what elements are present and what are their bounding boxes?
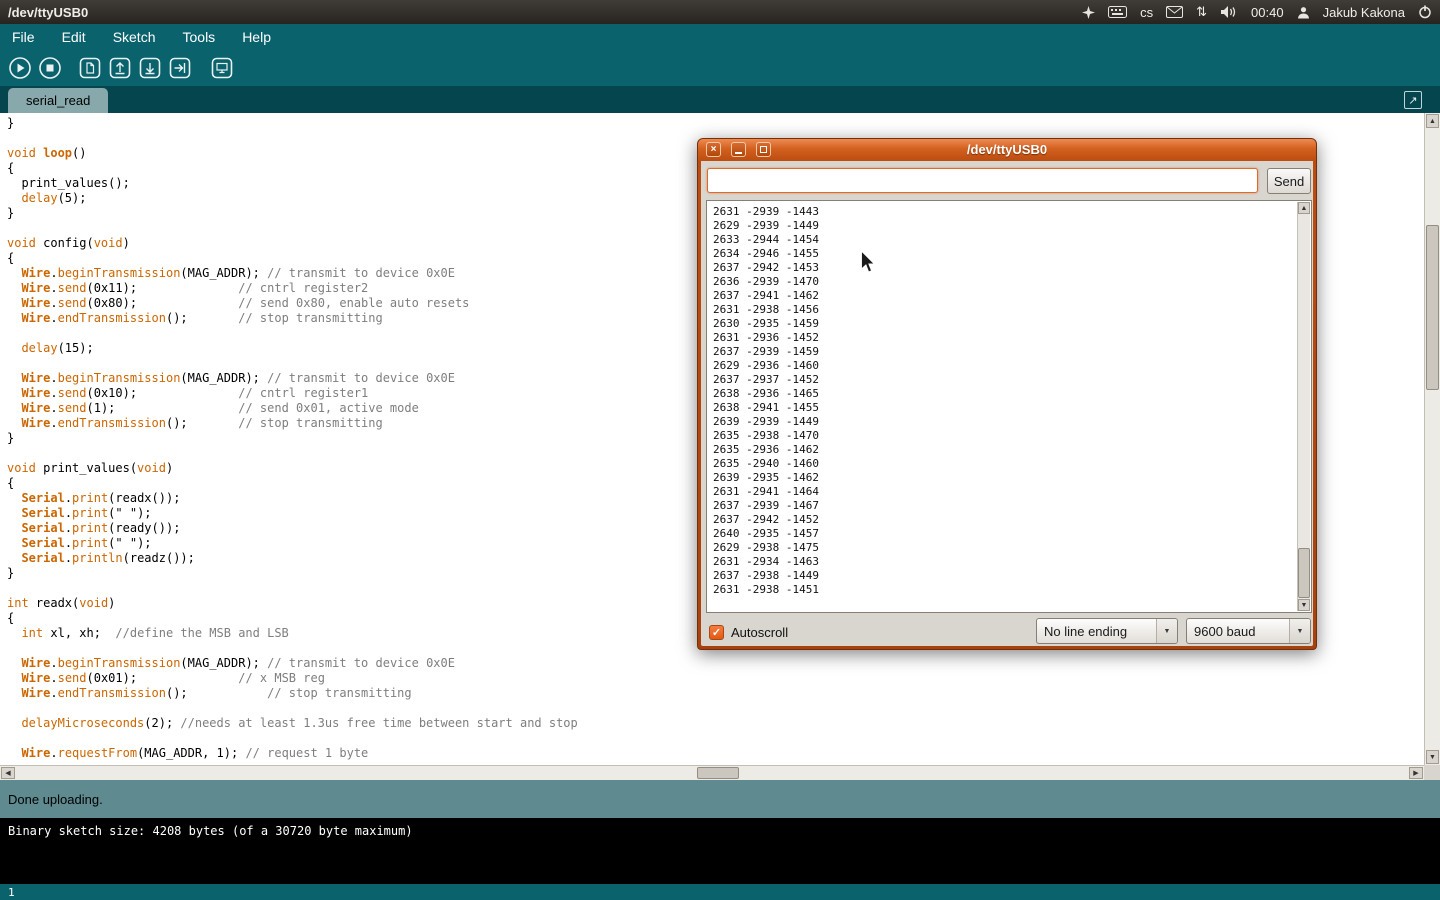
system-top-bar: /dev/ttyUSB0 cs ⇅ 00:40 Jakub Kakona <box>0 0 1440 24</box>
serial-monitor-window: × /dev/ttyUSB0 Send 2631 -2939 -14432629… <box>697 138 1317 650</box>
toolbar <box>0 50 1440 86</box>
serial-send-input[interactable] <box>707 168 1258 193</box>
screen: /dev/ttyUSB0 cs ⇅ 00:40 Jakub Kakona <box>0 0 1440 900</box>
menu-tools[interactable]: Tools <box>183 29 216 45</box>
serial-scrollbar[interactable]: ▲ ▼ <box>1297 202 1310 611</box>
mail-icon[interactable] <box>1166 6 1183 18</box>
mouse-cursor <box>860 250 876 274</box>
console-output: Binary sketch size: 4208 bytes (of a 307… <box>0 818 1440 884</box>
sync-arrows-icon[interactable]: ⇅ <box>1196 4 1207 20</box>
volume-icon[interactable] <box>1220 5 1238 19</box>
serial-monitor-title: /dev/ttyUSB0 <box>698 142 1316 157</box>
line-number-bar: 1 <box>0 884 1440 900</box>
menu-bar: File Edit Sketch Tools Help <box>0 24 1440 50</box>
tab-menu-button[interactable]: ↗ <box>1404 91 1422 109</box>
check-icon: ✓ <box>712 626 721 639</box>
scroll-left-arrow-icon[interactable]: ◀ <box>1 767 15 779</box>
line-ending-value: No line ending <box>1037 624 1156 639</box>
tab-bar: serial_read ↗ <box>0 86 1440 113</box>
power-icon[interactable] <box>1418 5 1432 19</box>
session-user-name[interactable]: Jakub Kakona <box>1323 5 1405 20</box>
keyboard-layout-icon[interactable] <box>1108 6 1127 18</box>
tab-serial-read[interactable]: serial_read <box>8 88 108 113</box>
serial-output: 2631 -2939 -14432629 -2939 -14492633 -29… <box>708 202 1296 611</box>
tab-label: serial_read <box>26 93 90 108</box>
chevron-down-icon: ▼ <box>1289 619 1310 643</box>
minimize-button[interactable] <box>731 142 746 157</box>
console-text: Binary sketch size: 4208 bytes (of a 307… <box>8 824 413 838</box>
scroll-up-arrow-icon[interactable]: ▲ <box>1426 114 1439 128</box>
maximize-icon <box>760 146 767 153</box>
menu-edit[interactable]: Edit <box>62 29 86 45</box>
baud-rate-select[interactable]: 9600 baud ▼ <box>1186 618 1311 644</box>
clock[interactable]: 00:40 <box>1251 5 1284 20</box>
close-icon: × <box>711 145 717 155</box>
verify-button[interactable] <box>8 56 32 80</box>
scrollbar-corner <box>1424 765 1440 780</box>
close-button[interactable]: × <box>706 142 721 157</box>
status-bar: Done uploading. <box>0 780 1440 818</box>
minimize-icon <box>735 152 742 154</box>
system-tray: cs ⇅ 00:40 Jakub Kakona <box>1082 4 1432 20</box>
status-message: Done uploading. <box>8 792 103 807</box>
menu-sketch[interactable]: Sketch <box>113 29 156 45</box>
autoscroll-checkbox[interactable]: ✓ <box>709 625 724 640</box>
keyboard-layout-label[interactable]: cs <box>1140 5 1153 20</box>
editor-horizontal-scrollbar[interactable]: ◀ ▶ <box>0 765 1424 780</box>
indicator-applet-icon[interactable] <box>1082 6 1095 19</box>
active-window-title: /dev/ttyUSB0 <box>8 5 88 20</box>
stop-button[interactable] <box>38 56 62 80</box>
serial-monitor-button[interactable] <box>210 56 234 80</box>
user-icon <box>1297 6 1310 19</box>
scroll-down-arrow-icon[interactable]: ▼ <box>1298 599 1310 611</box>
open-sketch-button[interactable] <box>108 56 132 80</box>
autoscroll-label: Autoscroll <box>731 625 788 640</box>
line-ending-select[interactable]: No line ending ▼ <box>1036 618 1178 644</box>
chevron-down-icon: ▼ <box>1156 619 1177 643</box>
horizontal-scrollbar-thumb[interactable] <box>697 767 739 779</box>
new-sketch-button[interactable] <box>78 56 102 80</box>
vertical-scrollbar-thumb[interactable] <box>1426 225 1439 390</box>
editor-vertical-scrollbar[interactable]: ▲ ▼ <box>1424 113 1440 765</box>
scroll-up-arrow-icon[interactable]: ▲ <box>1298 202 1310 214</box>
save-sketch-button[interactable] <box>138 56 162 80</box>
scroll-down-arrow-icon[interactable]: ▼ <box>1426 750 1439 764</box>
menu-help[interactable]: Help <box>242 29 271 45</box>
tab-menu-icon: ↗ <box>1408 94 1417 107</box>
maximize-button[interactable] <box>756 142 771 157</box>
upload-button[interactable] <box>168 56 192 80</box>
baud-rate-value: 9600 baud <box>1187 624 1289 639</box>
send-button[interactable]: Send <box>1267 168 1311 194</box>
serial-scrollbar-thumb[interactable] <box>1298 548 1310 598</box>
scroll-right-arrow-icon[interactable]: ▶ <box>1409 767 1423 779</box>
current-line-number: 1 <box>8 886 15 899</box>
serial-output-area[interactable]: 2631 -2939 -14432629 -2939 -14492633 -29… <box>706 200 1312 613</box>
menu-file[interactable]: File <box>12 29 35 45</box>
serial-monitor-titlebar[interactable]: × /dev/ttyUSB0 <box>698 139 1316 161</box>
